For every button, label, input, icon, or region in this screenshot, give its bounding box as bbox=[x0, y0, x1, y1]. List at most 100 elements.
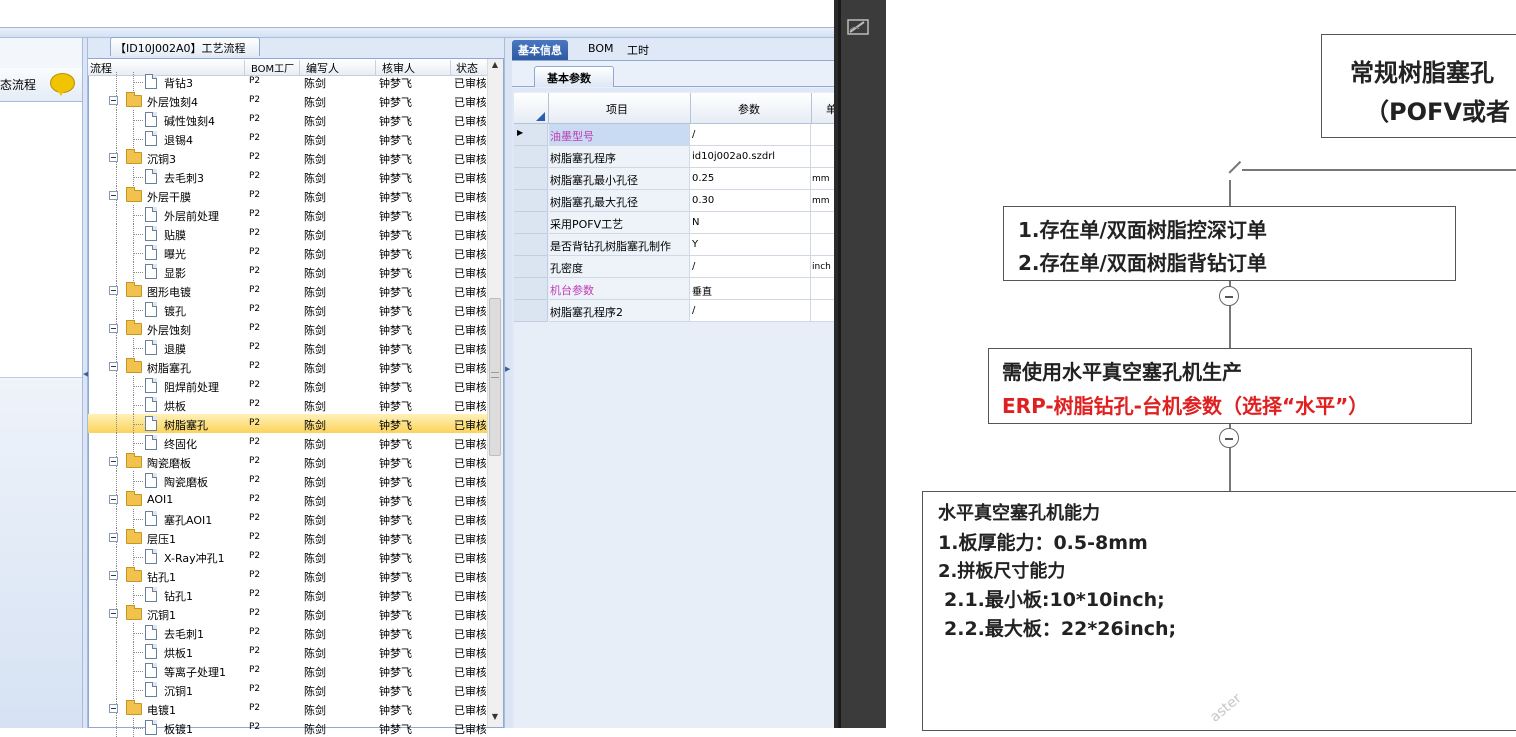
collapse-toggle-icon[interactable] bbox=[109, 457, 118, 466]
tree-row[interactable]: 外层蚀刻4 P2 陈剑 钟梦飞 已审核 bbox=[88, 91, 488, 110]
tree-row-label: 塞孔AOI1 bbox=[164, 514, 213, 527]
tree-row[interactable]: 层压1 P2 陈剑 钟梦飞 已审核 bbox=[88, 528, 488, 547]
collapse-toggle-icon[interactable] bbox=[109, 324, 118, 333]
tab-basic-params[interactable]: 基本参数 bbox=[534, 66, 614, 87]
collapse-toggle-icon[interactable] bbox=[109, 533, 118, 542]
tree-row-writer: 陈剑 bbox=[304, 96, 326, 109]
grid-col-item[interactable]: 项目 bbox=[606, 101, 628, 117]
tree-row[interactable]: 终固化 P2 陈剑 钟梦飞 已审核 bbox=[88, 433, 488, 452]
row-indicator[interactable] bbox=[514, 212, 548, 234]
tree-row-writer: 陈剑 bbox=[304, 191, 326, 204]
grid-cell-value[interactable]: 0.25 bbox=[690, 168, 811, 190]
tree-row-factory: P2 bbox=[249, 551, 261, 561]
grid-row[interactable]: 树脂塞孔最大孔径 0.30 mm bbox=[514, 190, 834, 212]
row-indicator[interactable] bbox=[514, 146, 548, 168]
tree-row[interactable]: 去毛刺3 P2 陈剑 钟梦飞 已审核 bbox=[88, 167, 488, 186]
tree-row[interactable]: AOI1 P2 陈剑 钟梦飞 已审核 bbox=[88, 490, 488, 509]
grid-row[interactable]: ▶ 油墨型号 / bbox=[514, 124, 834, 146]
collapse-toggle-icon[interactable] bbox=[109, 191, 118, 200]
row-indicator[interactable]: ▶ bbox=[514, 124, 548, 146]
tree-row-reviewer: 钟梦飞 bbox=[379, 153, 412, 166]
collapse-toggle-icon[interactable] bbox=[109, 286, 118, 295]
collapse-toggle-icon[interactable] bbox=[109, 704, 118, 713]
tree-row[interactable]: 树脂塞孔 P2 陈剑 钟梦飞 已审核 bbox=[88, 357, 488, 376]
tree-row[interactable]: 钻孔1 P2 陈剑 钟梦飞 已审核 bbox=[88, 585, 488, 604]
folder-icon bbox=[126, 567, 142, 582]
grid-cell-value[interactable]: / bbox=[690, 300, 811, 322]
tree-row[interactable]: 显影 P2 陈剑 钟梦飞 已审核 bbox=[88, 262, 488, 281]
splitter-arrow-icon[interactable]: ▶ bbox=[505, 365, 510, 373]
chat-bubble-icon[interactable] bbox=[50, 73, 75, 96]
tab-bom[interactable]: BOM bbox=[582, 40, 620, 60]
tree-row[interactable]: 沉铜1 P2 陈剑 钟梦飞 已审核 bbox=[88, 604, 488, 623]
document-icon bbox=[145, 226, 157, 241]
tree-row[interactable]: 碱性蚀刻4 P2 陈剑 钟梦飞 已审核 bbox=[88, 110, 488, 129]
tree-row[interactable]: X-Ray冲孔1 P2 陈剑 钟梦飞 已审核 bbox=[88, 547, 488, 566]
collapse-toggle-icon[interactable] bbox=[109, 571, 118, 580]
tree-row[interactable]: 背钻3 P2 陈剑 钟梦飞 已审核 bbox=[88, 72, 488, 91]
grid-cell-value[interactable]: id10j002a0.szdrl bbox=[690, 146, 811, 168]
tree-row[interactable]: 陶瓷磨板 P2 陈剑 钟梦飞 已审核 bbox=[88, 452, 488, 471]
grid-row[interactable]: 树脂塞孔最小孔径 0.25 mm bbox=[514, 168, 834, 190]
tree-row[interactable]: 外层干膜 P2 陈剑 钟梦飞 已审核 bbox=[88, 186, 488, 205]
grid-row[interactable]: 采用POFV工艺 N bbox=[514, 212, 834, 234]
tree-row[interactable]: 电镀1 P2 陈剑 钟梦飞 已审核 bbox=[88, 699, 488, 718]
tree-row[interactable]: 沉铜1 P2 陈剑 钟梦飞 已审核 bbox=[88, 680, 488, 699]
row-indicator[interactable] bbox=[514, 168, 548, 190]
tree-row[interactable]: 贴膜 P2 陈剑 钟梦飞 已审核 bbox=[88, 224, 488, 243]
tab-work-hours[interactable]: 工时 bbox=[621, 40, 655, 60]
tree-row[interactable]: 图形电镀 P2 陈剑 钟梦飞 已审核 bbox=[88, 281, 488, 300]
grid-cell-value[interactable]: 垂直 bbox=[690, 278, 811, 300]
collapse-toggle-icon[interactable] bbox=[109, 362, 118, 371]
grid-row[interactable]: 孔密度 / inch bbox=[514, 256, 834, 278]
tree-row[interactable]: 退锡4 P2 陈剑 钟梦飞 已审核 bbox=[88, 129, 488, 148]
tree-row[interactable]: 退膜 P2 陈剑 钟梦飞 已审核 bbox=[88, 338, 488, 357]
document-icon bbox=[145, 245, 157, 260]
tree-row[interactable]: 去毛刺1 P2 陈剑 钟梦飞 已审核 bbox=[88, 623, 488, 642]
grid-row[interactable]: 是否背钻孔树脂塞孔制作 Y bbox=[514, 234, 834, 256]
nav-label[interactable]: 态流程 bbox=[0, 76, 36, 93]
grid-cell-value[interactable]: N bbox=[690, 212, 811, 234]
collapse-toggle-icon[interactable] bbox=[109, 153, 118, 162]
tree-row[interactable]: 烘板1 P2 陈剑 钟梦飞 已审核 bbox=[88, 642, 488, 661]
grid-row[interactable]: 树脂塞孔程序2/ bbox=[514, 300, 834, 322]
tree-row[interactable]: 镀孔 P2 陈剑 钟梦飞 已审核 bbox=[88, 300, 488, 319]
tree-row[interactable]: 外层蚀刻 P2 陈剑 钟梦飞 已审核 bbox=[88, 319, 488, 338]
tree-row[interactable]: 曝光 P2 陈剑 钟梦飞 已审核 bbox=[88, 243, 488, 262]
tree-row[interactable]: 沉铜3 P2 陈剑 钟梦飞 已审核 bbox=[88, 148, 488, 167]
grid-col-unit[interactable]: 单 bbox=[826, 101, 834, 117]
tree-row[interactable]: 树脂塞孔 P2 陈剑 钟梦飞 已审核 bbox=[88, 414, 488, 433]
collapse-handle[interactable] bbox=[700, 30, 760, 40]
row-indicator[interactable] bbox=[514, 234, 548, 256]
grid-row[interactable]: 树脂塞孔程序 id10j002a0.szdrl bbox=[514, 146, 834, 168]
tree-row-status: 已审核 bbox=[454, 134, 486, 147]
row-indicator[interactable] bbox=[514, 256, 548, 278]
grid-col-value[interactable]: 参数 bbox=[738, 101, 760, 117]
grid-cell-value[interactable]: / bbox=[690, 256, 811, 278]
tree-row[interactable]: 等离子处理1 P2 陈剑 钟梦飞 已审核 bbox=[88, 661, 488, 680]
grid-row[interactable]: 机台参数 垂直 bbox=[514, 278, 834, 300]
scroll-down-icon[interactable]: ▼ bbox=[487, 712, 503, 728]
splitter-right[interactable] bbox=[504, 38, 512, 728]
collapse-toggle-icon[interactable] bbox=[1219, 286, 1239, 306]
grid-cell-value[interactable]: 0.30 bbox=[690, 190, 811, 212]
collapse-toggle-icon[interactable] bbox=[109, 609, 118, 618]
tab-basic-info[interactable]: 基本信息 bbox=[512, 40, 568, 60]
row-indicator[interactable] bbox=[514, 278, 548, 300]
tree-row[interactable]: 阻焊前处理 P2 陈剑 钟梦飞 已审核 bbox=[88, 376, 488, 395]
tree-row[interactable]: 塞孔AOI1 P2 陈剑 钟梦飞 已审核 bbox=[88, 509, 488, 528]
tree-row[interactable]: 外层前处理 P2 陈剑 钟梦飞 已审核 bbox=[88, 205, 488, 224]
row-indicator[interactable] bbox=[514, 190, 548, 212]
grid-cell-value[interactable]: / bbox=[690, 124, 811, 146]
grid-cell-value[interactable]: Y bbox=[690, 234, 811, 256]
tree-row[interactable]: 陶瓷磨板 P2 陈剑 钟梦飞 已审核 bbox=[88, 471, 488, 490]
collapse-toggle-icon[interactable] bbox=[109, 495, 118, 504]
scroll-up-icon[interactable]: ▲ bbox=[487, 60, 503, 76]
tree-row[interactable]: 钻孔1 P2 陈剑 钟梦飞 已审核 bbox=[88, 566, 488, 585]
sign-tool-icon[interactable] bbox=[847, 18, 869, 36]
collapse-toggle-icon[interactable] bbox=[1219, 428, 1239, 448]
row-indicator[interactable] bbox=[514, 300, 548, 322]
collapse-toggle-icon[interactable] bbox=[109, 96, 118, 105]
tree-row[interactable]: 烘板 P2 陈剑 钟梦飞 已审核 bbox=[88, 395, 488, 414]
tree-row-reviewer: 钟梦飞 bbox=[379, 552, 412, 565]
